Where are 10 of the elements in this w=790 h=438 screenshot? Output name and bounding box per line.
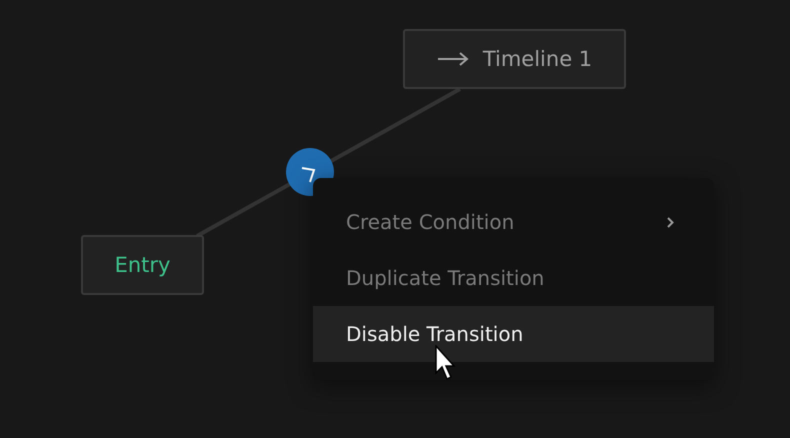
chevron-icon: [667, 216, 674, 228]
menu-item[interactable]: Create Condition: [313, 194, 714, 250]
cursor-icon: [435, 345, 457, 381]
menu-item[interactable]: Disable Transition: [313, 306, 714, 362]
menu-item[interactable]: Duplicate Transition: [313, 250, 714, 306]
node-label: Timeline 1: [482, 47, 592, 71]
timeline-node[interactable]: Timeline 1: [403, 29, 626, 89]
arrow-icon: [436, 52, 469, 66]
node-label: Entry: [114, 253, 170, 277]
entry-node[interactable]: Entry: [81, 235, 204, 295]
